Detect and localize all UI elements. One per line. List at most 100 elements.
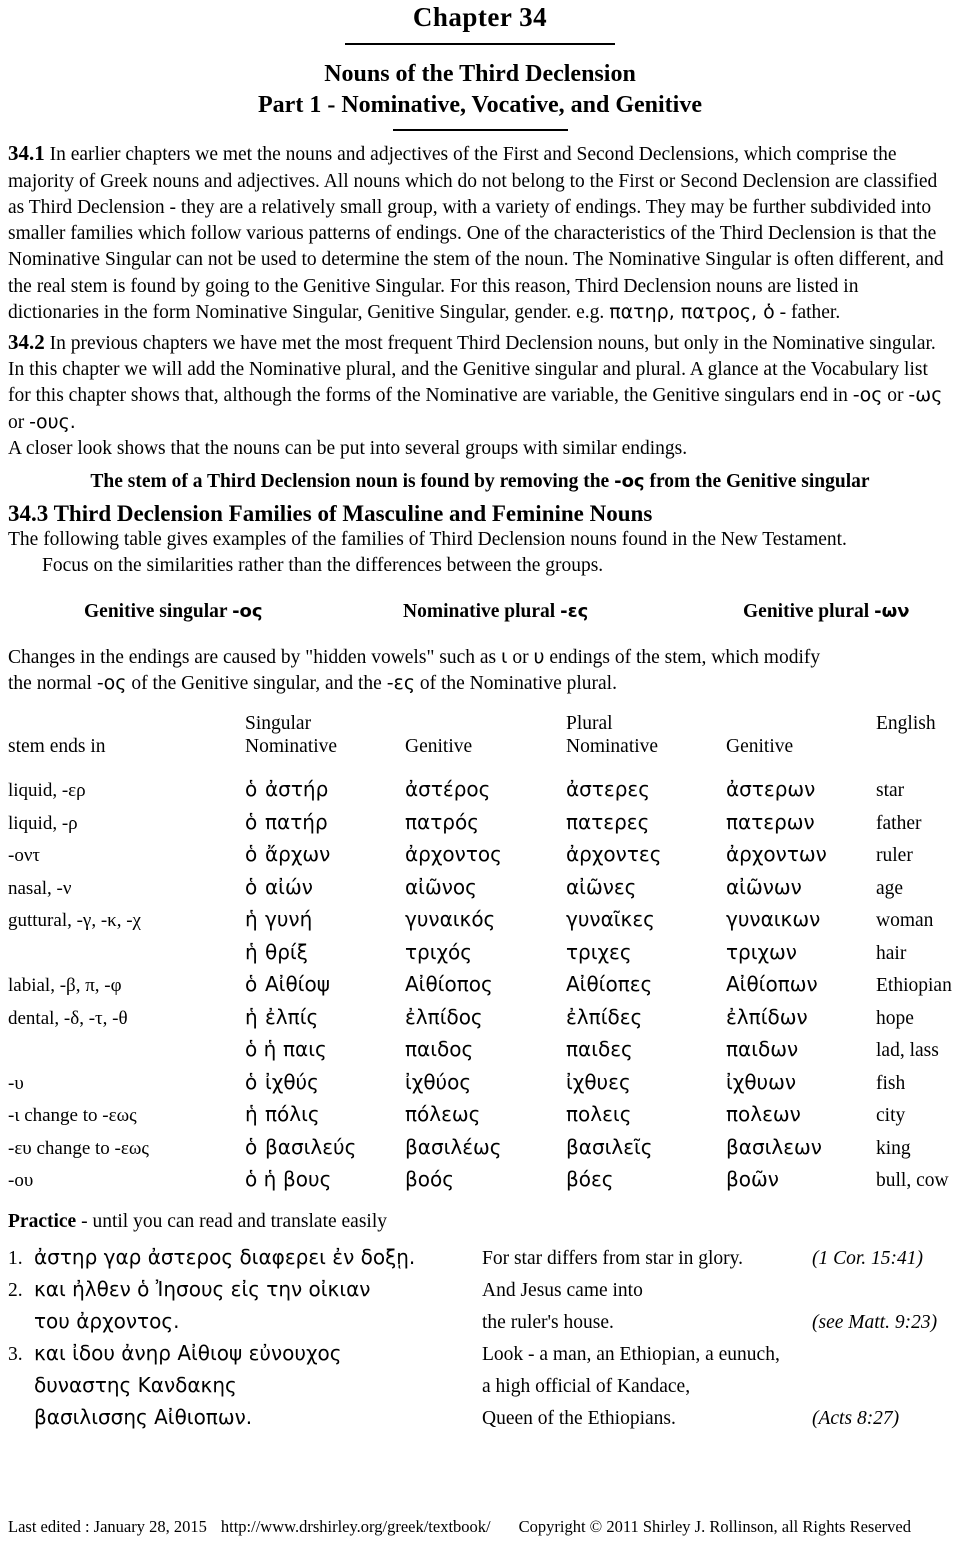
cell-genitive-plural: παιδων (726, 1037, 799, 1062)
practice-item: 2. και ἠλθεν ὁ Ἰησους εἰς την οἰκιαν And… (8, 1274, 960, 1306)
cell-nominative-plural: γυναῖκες (566, 907, 655, 932)
cell-nominative-singular: ὁ πατήρ (245, 807, 405, 840)
ending-genitive-plural-value: -ων (874, 600, 910, 622)
cell-genitive-plural: πολεων (726, 1102, 801, 1127)
article: ὁ ἡ (245, 1037, 277, 1062)
word: γυνή (265, 907, 313, 932)
table-row: ὁ ἡ παις παιδος παιδες παιδων lad, lass (8, 1034, 960, 1067)
cell-nominative-plural: τριχες (566, 939, 632, 964)
practice-title: Practice (8, 1210, 77, 1232)
hidden-vowels-note-e: of the Nominative plural. (419, 672, 617, 694)
word: Αἰθίοψ (265, 972, 330, 997)
group-header-blank (8, 713, 245, 736)
table-row: nasal, -ν ὁ αἰών αἰῶνος αἰῶνες αἰῶνων age (8, 872, 960, 905)
practice-item-english: the ruler's house. (482, 1311, 614, 1333)
section-34-2: 34.2 In previous chapters we have met th… (8, 328, 952, 462)
practice-item-greek: και ἰδου ἀνηρ Αἰθιοψ εὐνουχος (34, 1340, 342, 1365)
cell-genitive-singular: βοός (405, 1167, 454, 1192)
ending-genitive-plural: Genitive plural -ων (743, 601, 909, 623)
article: ὁ (245, 777, 258, 802)
word: θρίξ (265, 939, 308, 964)
cell-nominative-plural: βασιλεῖς (566, 1134, 653, 1159)
word: ἰχθύς (265, 1069, 319, 1094)
section-34-1-number: 34.1 (8, 141, 45, 166)
cell-genitive-singular: ἀστέρος (405, 777, 491, 802)
ending-genitive-singular: Genitive singular -ος (84, 601, 263, 623)
page-footer: Last edited : January 28, 2015 http://www… (8, 1517, 952, 1537)
cell-stem: dental, -δ, -τ, -θ (8, 1007, 128, 1029)
word: βασιλεύς (265, 1134, 357, 1159)
practice-item: 1. ἀστηρ γαρ ἀστερος διαφερει ἐν δοξῃ. F… (8, 1242, 960, 1274)
table-row: -οντ ὁ ἄρχων ἀρχοντος ἀρχοντες ἀρχοντων r… (8, 839, 960, 872)
cell-genitive-plural: πατερων (726, 809, 815, 834)
practice-item: βασιλισσης Αἰθιοπων. Queen of the Ethiop… (8, 1402, 960, 1434)
cell-nominative-plural: παιδες (566, 1037, 633, 1062)
cell-stem: guttural, -γ, -κ, -χ (8, 910, 141, 932)
cell-genitive-singular: ἐλπίδος (405, 1004, 483, 1029)
group-header-singular: Singular (245, 713, 312, 735)
practice-item-number (8, 1306, 34, 1338)
stem-rule-text-b: from the Genitive singular (649, 471, 870, 493)
article: ὁ (245, 972, 258, 997)
practice-item-reference (812, 1370, 960, 1402)
practice-item-number (8, 1402, 34, 1434)
declension-table-body: liquid, -ερ ὁ ἀστήρ ἀστέρος ἀστερες ἀστερ… (8, 774, 960, 1197)
cell-nominative-singular: ὁ αἰών (245, 872, 405, 905)
stem-rule-statement: The stem of a Third Declension noun is f… (8, 471, 952, 493)
ending-genitive-singular-value: -ος (232, 600, 263, 622)
column-header-stem: stem ends in (8, 736, 106, 758)
column-header-nominative-singular: Nominative (245, 736, 338, 758)
article: ὁ (245, 874, 258, 899)
cell-stem: liquid, -ρ (8, 812, 78, 834)
practice-item-english: Queen of the Ethiopians. (482, 1407, 676, 1429)
article: ὁ ἡ (245, 1167, 277, 1192)
subtitle-line-1: Nouns of the Third Declension (324, 61, 636, 88)
cell-nominative-singular: ὁ ἡ βους (245, 1164, 405, 1197)
practice-item-number: 1. (8, 1247, 23, 1269)
footer-url[interactable]: http://www.drshirley.org/greek/textbook/ (221, 1517, 491, 1536)
cell-genitive-singular: ἀρχοντος (405, 842, 502, 867)
cell-stem (8, 937, 245, 970)
ending-genitive-singular-label: Genitive singular (84, 600, 228, 622)
cell-genitive-singular: γυναικός (405, 907, 496, 932)
practice-item-reference: (Acts 8:27) (812, 1407, 900, 1429)
table-row: labial, -β, π, -φ ὁ Αἰθίοψ Αἰθίοπος Αἰθίο… (8, 969, 960, 1002)
hidden-vowels-note-a: Changes in the endings are caused by "hi… (8, 646, 497, 668)
cell-english: king (876, 1137, 911, 1159)
section-34-1: 34.1 In earlier chapters we met the noun… (8, 139, 952, 326)
table-row: liquid, -ερ ὁ ἀστήρ ἀστέρος ἀστερες ἀστερ… (8, 774, 960, 807)
section-34-3-heading: 34.3 Third Declension Families of Mascul… (8, 501, 952, 527)
cell-nominative-singular: ὁ βασιλεύς (245, 1132, 405, 1165)
column-header-genitive-singular: Genitive (405, 736, 473, 758)
cell-genitive-plural: γυναικων (726, 907, 821, 932)
cell-nominative-plural: πολεις (566, 1102, 632, 1127)
cell-english: hope (876, 1007, 914, 1029)
article: ὁ (245, 1069, 258, 1094)
practice-item-greek: βασιλισσης Αἰθιοπων. (34, 1404, 253, 1429)
hidden-vowels-joiner: or (512, 646, 529, 668)
cell-stem: -ευ change to -εως (8, 1137, 149, 1159)
cell-nominative-singular: ἡ θρίξ (245, 937, 405, 970)
practice-item-reference (812, 1338, 960, 1370)
cell-english: lad, lass (876, 1040, 939, 1062)
cell-genitive-singular: αἰῶνος (405, 874, 477, 899)
section-34-3-heading-text: Third Declension Families of Masculine a… (53, 501, 653, 527)
section-34-1-example-tail: - father. (779, 301, 841, 323)
word: αἰών (265, 874, 313, 899)
article: ὁ (245, 809, 258, 834)
word: παις (283, 1037, 327, 1062)
practice-item-greek: και ἠλθεν ὁ Ἰησους εἰς την οἰκιαν (34, 1276, 371, 1301)
cell-english: father (876, 812, 922, 834)
cell-nominative-plural: ἰχθυες (566, 1069, 631, 1094)
cell-genitive-plural: Αἰθίοπων (726, 972, 818, 997)
cell-stem: nasal, -ν (8, 877, 72, 899)
practice-item-english: a high official of Kandace, (482, 1375, 691, 1397)
practice-item-reference (812, 1274, 960, 1306)
hidden-vowels-note: Changes in the endings are caused by "hi… (8, 645, 952, 697)
cell-genitive-singular: τριχός (405, 939, 473, 964)
cell-stem: labial, -β, π, -φ (8, 975, 122, 997)
word: βους (283, 1167, 332, 1192)
table-row: -υ ὁ ἰχθύς ἰχθύος ἰχθυες ἰχθυων fish (8, 1067, 960, 1100)
footer-last-edited: Last edited : January 28, 2015 (8, 1517, 207, 1536)
cell-genitive-plural: τριχων (726, 939, 797, 964)
